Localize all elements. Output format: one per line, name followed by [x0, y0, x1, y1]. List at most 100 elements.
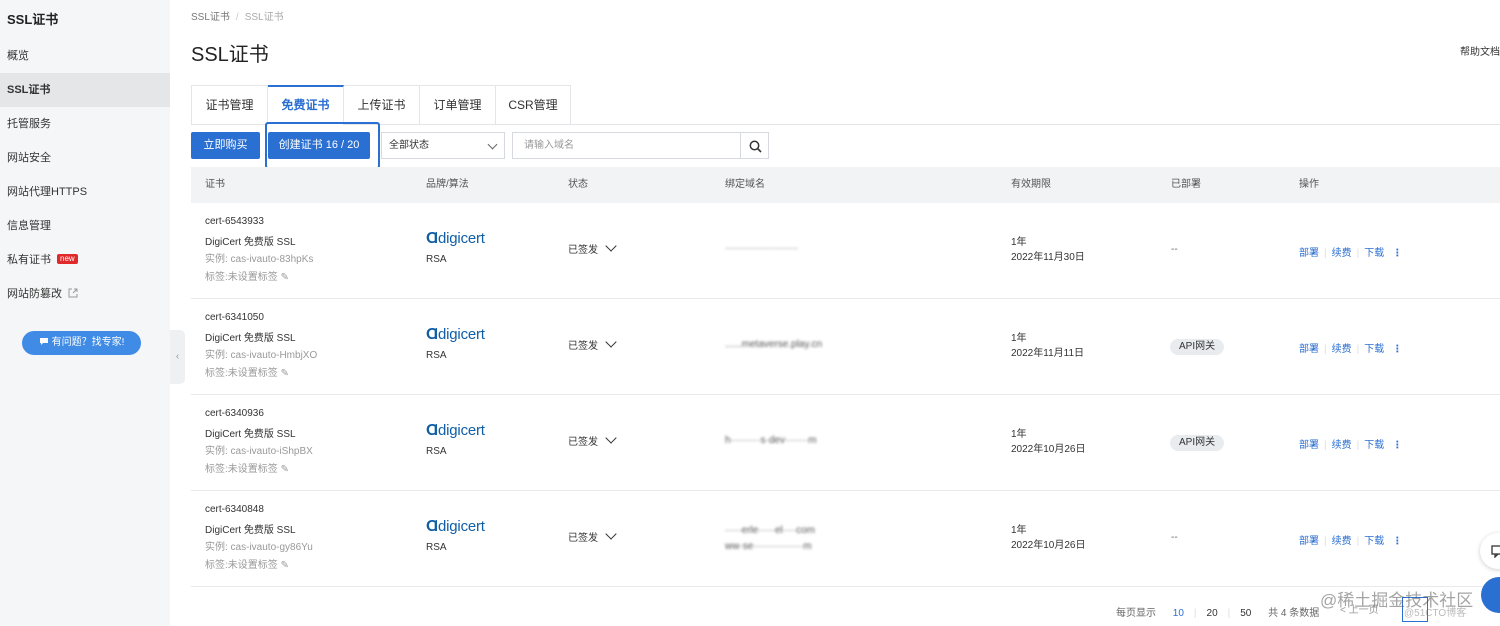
status-filter-select[interactable]: 全部状态 [381, 132, 505, 159]
download-link[interactable]: 下载 [1364, 248, 1384, 259]
sidebar-item-tamper-protection[interactable]: 网站防篡改 [0, 277, 170, 311]
create-cert-button[interactable]: 创建证书 16 / 20 [268, 132, 370, 159]
domain-search-input[interactable]: 请输入域名 [512, 132, 741, 159]
validity: 1年 2022年10月26日 [1011, 523, 1086, 553]
breadcrumb-current: SSL证书 [244, 12, 284, 23]
deployed-value: -- [1171, 244, 1178, 255]
sidebar-item-overview[interactable]: 概览 [0, 39, 170, 73]
download-link[interactable]: 下载 [1364, 440, 1384, 451]
renew-link[interactable]: 续费 [1332, 536, 1352, 547]
renew-link[interactable]: 续费 [1332, 248, 1352, 259]
more-options-icon[interactable]: ⋮ [1392, 536, 1402, 547]
tab-free-cert[interactable]: 免费证书 [268, 85, 344, 125]
page-size-20[interactable]: 20 [1207, 608, 1218, 619]
brand-name: digicert [438, 230, 485, 247]
chevron-down-icon [605, 432, 617, 444]
deploy-link[interactable]: 部署 [1299, 248, 1319, 259]
cert-id[interactable]: cert-6543933 [205, 216, 264, 227]
cert-tag[interactable]: 标签:未设置标签 ✎ [205, 556, 289, 571]
validity-date: 2022年10月26日 [1011, 540, 1086, 551]
status-dropdown[interactable]: 已签发 [568, 336, 617, 352]
digicert-mark-icon: Ɑ [426, 230, 439, 247]
sidebar-title: SSL证书 [7, 12, 59, 27]
brand-name: digicert [438, 518, 485, 535]
sidebar-item-ssl-cert[interactable]: SSL证书 [0, 73, 170, 107]
chevron-down-icon [605, 240, 617, 252]
sidebar-item-https-proxy[interactable]: 网站代理HTTPS [0, 175, 170, 209]
sidebar-collapse-handle[interactable]: ‹ [170, 330, 185, 384]
row-actions: 部署 | 续费 | 下载 ⋮ [1299, 248, 1403, 259]
validity: 1年 2022年11月11日 [1011, 331, 1084, 361]
help-doc-link[interactable]: 帮助文档 [1460, 43, 1500, 58]
sidebar-item-info-management[interactable]: 信息管理 [0, 209, 170, 243]
sidebar-item-label: 概览 [7, 50, 29, 62]
algorithm: RSA [426, 350, 447, 361]
validity-term: 1年 [1011, 525, 1027, 536]
deploy-link[interactable]: 部署 [1299, 440, 1319, 451]
cert-tag[interactable]: 标签:未设置标签 ✎ [205, 364, 289, 379]
cert-tag-label: 标签:未设置标签 [205, 272, 278, 283]
breadcrumb: SSL证书 / SSL证书 [191, 8, 284, 23]
sidebar-item-managed-service[interactable]: 托管服务 [0, 107, 170, 141]
bound-domain: ······················ [725, 243, 799, 254]
deploy-link[interactable]: 部署 [1299, 344, 1319, 355]
cert-name: DigiCert 免费版 SSL [205, 333, 296, 344]
sidebar-item-label: 托管服务 [7, 118, 51, 130]
tab-order-management[interactable]: 订单管理 [420, 85, 496, 125]
digicert-logo: Ɑdigicert [426, 326, 485, 344]
deployed-badge: API网关 [1170, 339, 1225, 355]
deploy-link[interactable]: 部署 [1299, 536, 1319, 547]
chat-icon [1491, 545, 1500, 558]
sidebar-item-site-security[interactable]: 网站安全 [0, 141, 170, 175]
more-options-icon[interactable]: ⋮ [1392, 248, 1402, 259]
sidebar-item-private-cert[interactable]: 私有证书 new [0, 243, 170, 277]
validity-date: 2022年11月11日 [1011, 348, 1085, 359]
bound-domain: ·····erle·····el····com [725, 525, 815, 536]
renew-link[interactable]: 续费 [1332, 440, 1352, 451]
validity-date: 2022年10月26日 [1011, 444, 1086, 455]
breadcrumb-item[interactable]: SSL证书 [191, 12, 230, 23]
sidebar-item-label: SSL证书 [7, 84, 51, 96]
cert-id[interactable]: cert-6341050 [205, 312, 264, 323]
sidebar: SSL证书 概览 SSL证书 托管服务 网站安全 网站代理HTTPS 信息管理 … [0, 0, 170, 626]
column-header-status[interactable]: 状态 [568, 167, 588, 203]
sidebar-item-label: 私有证书 [7, 254, 51, 266]
buy-now-button[interactable]: 立即购买 [191, 132, 260, 159]
page-size-10[interactable]: 10 [1173, 608, 1184, 619]
tab-csr-management[interactable]: CSR管理 [496, 85, 571, 125]
cert-tag[interactable]: 标签:未设置标签 ✎ [205, 460, 289, 475]
download-link[interactable]: 下载 [1364, 536, 1384, 547]
search-button[interactable] [740, 132, 769, 159]
cert-id[interactable]: cert-6340848 [205, 504, 264, 515]
cert-tag-label: 标签:未设置标签 [205, 368, 278, 379]
bound-domain: ww·se···············m [725, 541, 812, 552]
validity-term: 1年 [1011, 237, 1027, 248]
more-options-icon[interactable]: ⋮ [1392, 440, 1402, 451]
tab-cert-management[interactable]: 证书管理 [191, 85, 268, 125]
download-link[interactable]: 下载 [1364, 344, 1384, 355]
more-options-icon[interactable]: ⋮ [1392, 344, 1402, 355]
status-dropdown[interactable]: 已签发 [568, 432, 617, 448]
validity: 1年 2022年11月30日 [1011, 235, 1085, 265]
renew-link[interactable]: 续费 [1332, 344, 1352, 355]
sidebar-item-label: 信息管理 [7, 220, 51, 232]
status-dropdown[interactable]: 已签发 [568, 528, 617, 544]
page-size-50[interactable]: 50 [1240, 608, 1251, 619]
column-header-actions: 操作 [1299, 179, 1319, 190]
digicert-mark-icon: Ɑ [426, 326, 439, 343]
brand-name: digicert [438, 326, 485, 343]
cert-instance: 实例: cas-ivauto-gy86Yu [205, 542, 313, 553]
watermark-secondary: @51CTO博客 [1404, 608, 1467, 619]
cert-instance: 实例: cas-ivauto-iShpBX [205, 446, 313, 457]
ask-expert-label: 有问题？找专家! [51, 337, 125, 348]
page-title: SSL证书 [191, 44, 269, 66]
validity-term: 1年 [1011, 429, 1027, 440]
tab-upload-cert[interactable]: 上传证书 [344, 85, 420, 125]
digicert-mark-icon: Ɑ [426, 518, 439, 535]
bound-domain: h·········s·dev·······m [725, 435, 817, 446]
status-dropdown[interactable]: 已签发 [568, 240, 617, 256]
cert-id[interactable]: cert-6340936 [205, 408, 264, 419]
cert-tag[interactable]: 标签:未设置标签 ✎ [205, 268, 289, 283]
brand-name: digicert [438, 422, 485, 439]
ask-expert-button[interactable]: 有问题？找专家! [22, 331, 141, 355]
